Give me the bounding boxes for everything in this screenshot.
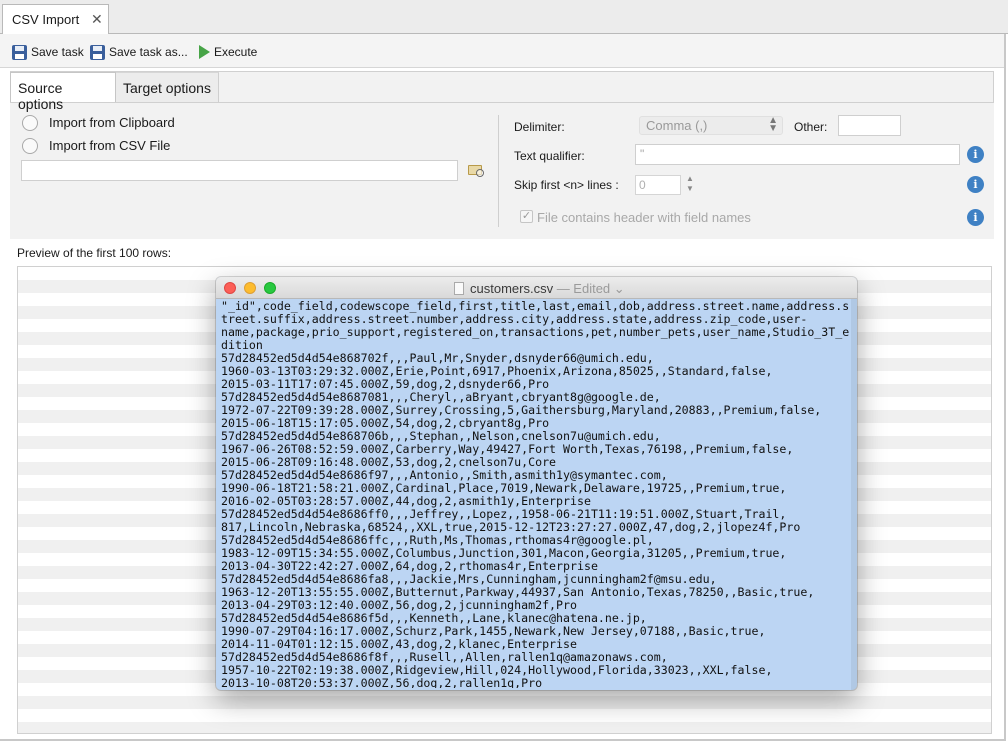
delimiter-value: Comma (,) xyxy=(646,118,708,133)
clipboard-radio[interactable] xyxy=(22,115,38,131)
window-minimize-button[interactable] xyxy=(244,282,256,294)
save-icon xyxy=(12,44,27,60)
window-maximize-button[interactable] xyxy=(264,282,276,294)
execute-label: Execute xyxy=(214,45,258,59)
skip-lines-label: Skip first <n> lines : xyxy=(514,178,619,192)
info-icon[interactable]: i xyxy=(967,209,984,226)
browse-folder-icon[interactable] xyxy=(468,161,486,179)
vertical-divider xyxy=(498,115,499,227)
window-close-button[interactable] xyxy=(224,282,236,294)
window-title: customers.csv — Edited ⌄ xyxy=(454,281,625,297)
other-label: Other: xyxy=(794,120,828,134)
header-checkbox-label[interactable]: File contains header with field names xyxy=(537,210,751,225)
csv-file-radio[interactable] xyxy=(22,138,38,154)
skip-lines-stepper[interactable]: ▲ ▼ xyxy=(684,174,696,196)
delimiter-label: Delimiter: xyxy=(514,120,565,134)
qualifier-label: Text qualifier: xyxy=(514,149,585,163)
chevron-updown-icon: ▲ ▼ xyxy=(768,115,778,134)
clipboard-radio-label[interactable]: Import from Clipboard xyxy=(49,115,175,130)
toolbar: Save task Save task as... Execute xyxy=(0,34,1004,68)
csv-path-input[interactable] xyxy=(21,160,458,181)
tab-csv-import[interactable]: CSV Import ✕ xyxy=(2,4,109,35)
scrollbar[interactable] xyxy=(851,299,857,690)
save-task-as-label: Save task as... xyxy=(109,45,188,59)
preview-label: Preview of the first 100 rows: xyxy=(17,246,172,260)
tab-source-options[interactable]: Source options xyxy=(10,72,116,112)
csv-line: 2013-10-08T20:53:37.000Z,56,dog,2,rallen… xyxy=(221,676,543,689)
header-checkbox[interactable]: ✓ xyxy=(520,210,533,223)
search-icon xyxy=(476,169,484,177)
text-qualifier-input[interactable]: " xyxy=(635,144,960,165)
window-filename: customers.csv xyxy=(470,281,554,296)
document-icon xyxy=(454,282,464,295)
save-task-button[interactable]: Save task xyxy=(12,43,84,61)
save-task-as-button[interactable]: Save task as... xyxy=(90,43,188,61)
save-as-icon xyxy=(90,44,105,60)
skip-lines-input[interactable]: 0 xyxy=(635,175,681,195)
tab-strip xyxy=(0,0,1008,34)
csv-file-radio-label[interactable]: Import from CSV File xyxy=(49,138,170,153)
text-editor-window[interactable]: customers.csv — Edited ⌄ "_id",code_fiel… xyxy=(216,277,857,690)
close-icon[interactable]: ✕ xyxy=(91,11,103,28)
csv-text-content[interactable]: "_id",code_field,codewscope_field,first,… xyxy=(221,300,853,688)
csv-line: name,package,prio_support,registered_on,… xyxy=(221,325,850,339)
info-icon[interactable]: i xyxy=(967,146,984,163)
info-icon[interactable]: i xyxy=(967,176,984,193)
tab-label: CSV Import xyxy=(12,12,80,27)
tab-target-options[interactable]: Target options xyxy=(116,72,219,102)
delimiter-select[interactable]: Comma (,) ▲ ▼ xyxy=(639,116,783,135)
other-delimiter-input[interactable] xyxy=(838,115,901,136)
window-edited-status: — Edited ⌄ xyxy=(553,281,625,296)
save-task-label: Save task xyxy=(31,45,84,59)
window-titlebar[interactable]: customers.csv — Edited ⌄ xyxy=(216,277,857,299)
play-icon xyxy=(199,45,210,59)
execute-button[interactable]: Execute xyxy=(199,43,257,61)
